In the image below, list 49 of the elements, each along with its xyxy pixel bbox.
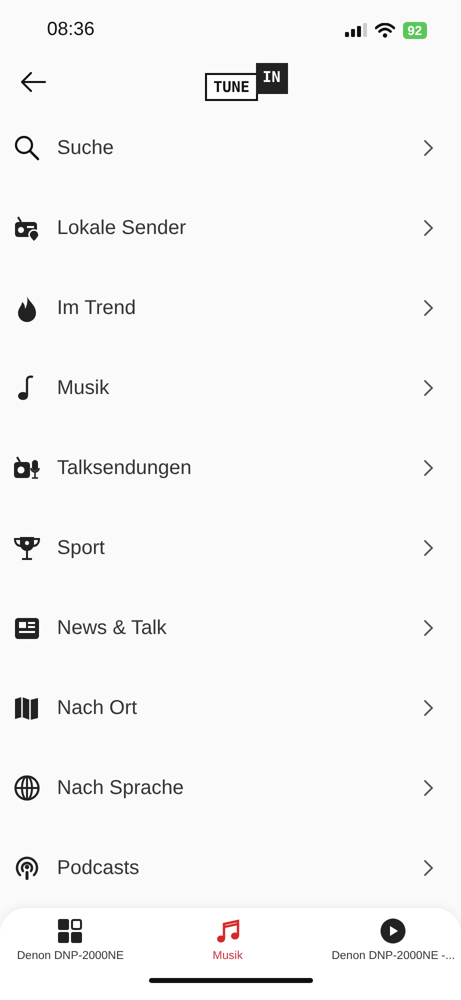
menu-label: Nach Ort — [57, 696, 138, 720]
chevron-icon — [424, 780, 433, 796]
chevron-icon — [424, 380, 433, 396]
tab[interactable]: Denon DNP-2000NE — [17, 918, 124, 962]
menu-label: Nach Sprache — [57, 776, 185, 800]
menu-item[interactable]: News & Talk — [0, 588, 461, 668]
menu-item[interactable]: Nach Sprache — [0, 748, 461, 828]
status-time: 08:36 — [47, 19, 95, 41]
menu-item[interactable]: Talksendungen — [0, 428, 461, 508]
back-button[interactable] — [20, 72, 46, 92]
chevron-icon — [424, 700, 433, 716]
globe-icon — [13, 774, 41, 802]
menu-label: Musik — [57, 376, 110, 400]
radio-microphone-icon — [13, 454, 41, 482]
radio-pin-icon — [13, 214, 41, 242]
menu-item[interactable]: Musik — [0, 348, 461, 428]
map-icon — [13, 694, 41, 722]
grid-icon — [57, 918, 84, 944]
signal-icon — [344, 23, 367, 37]
menu-label: News & Talk — [57, 616, 168, 640]
menu-item[interactable]: Podcasts — [0, 828, 461, 908]
search-icon — [13, 134, 41, 162]
chevron-icon — [424, 300, 433, 316]
chevron-icon — [424, 620, 433, 636]
chevron-icon — [424, 140, 433, 156]
chevron-icon — [424, 220, 433, 236]
trophy-icon — [13, 534, 41, 562]
chevron-icon — [424, 540, 433, 556]
play-icon — [380, 918, 406, 944]
menu-label: Talksendungen — [57, 456, 193, 480]
menu-label: Suche — [57, 136, 115, 160]
menu-item[interactable]: Nach Ort — [0, 668, 461, 748]
menu-label: Podcasts — [57, 856, 140, 880]
tab[interactable]: Denon DNP-2000NE -... — [332, 918, 455, 962]
menu-label: Sport — [57, 536, 106, 560]
menu-item[interactable]: Im Trend — [0, 268, 461, 348]
wifi-icon — [374, 22, 395, 38]
menu-label: Lokale Sender — [57, 216, 187, 240]
music-note-icon — [214, 918, 241, 944]
menu-item[interactable]: Sport — [0, 508, 461, 588]
tab[interactable]: Musik — [212, 918, 243, 962]
tunein-logo: TUNE IN — [205, 63, 288, 105]
menu-item[interactable]: Suche — [0, 108, 461, 188]
chevron-icon — [424, 460, 433, 476]
battery-icon: 92 — [402, 22, 427, 38]
podcast-icon — [13, 854, 41, 882]
menu-item[interactable]: Lokale Sender — [0, 188, 461, 268]
chevron-icon — [424, 860, 433, 876]
menu-label: Im Trend — [57, 296, 137, 320]
